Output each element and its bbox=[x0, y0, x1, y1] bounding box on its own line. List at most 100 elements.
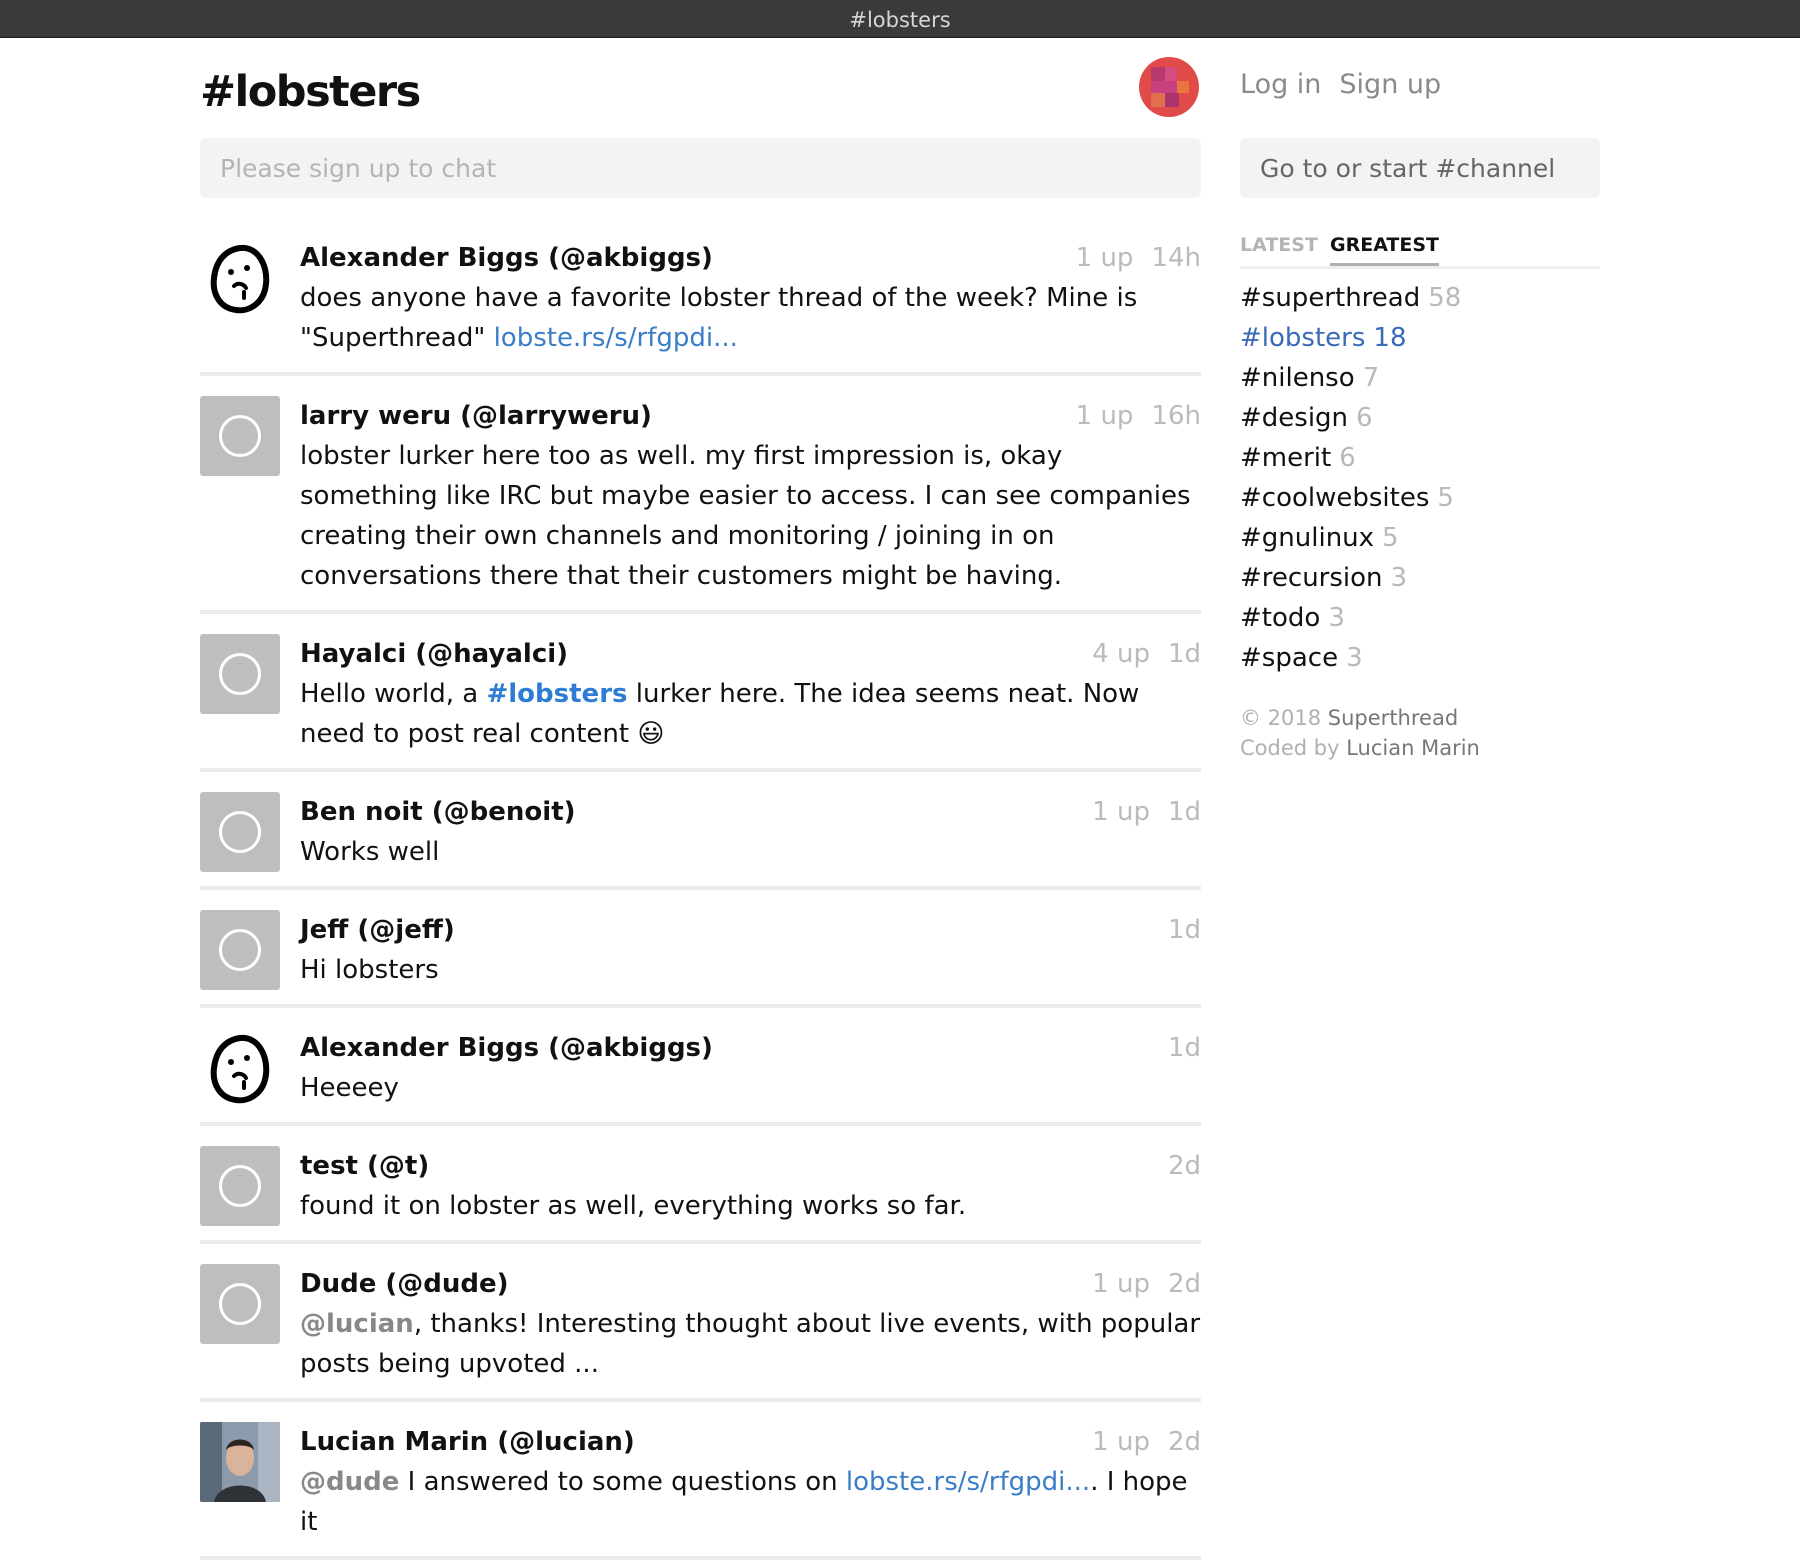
timestamp: 14h bbox=[1151, 243, 1201, 273]
message-author[interactable]: Ben noit (@benoit) bbox=[300, 792, 1201, 832]
message-text-before: I answered to some questions on bbox=[399, 1467, 846, 1497]
default-avatar-icon[interactable] bbox=[200, 1146, 280, 1226]
default-avatar-icon[interactable] bbox=[200, 910, 280, 990]
channel-count: 3 bbox=[1328, 603, 1345, 633]
channel-item[interactable]: #coolwebsites 5 bbox=[1240, 478, 1461, 518]
timestamp: 1d bbox=[1167, 1033, 1201, 1063]
channel-list: #superthread 58 #lobsters 18 #nilenso 7 #de… bbox=[1240, 278, 1461, 678]
default-avatar-icon[interactable] bbox=[200, 1264, 280, 1344]
channel-item[interactable]: #todo 3 bbox=[1240, 598, 1461, 638]
channel-item[interactable]: #design 6 bbox=[1240, 398, 1461, 438]
timestamp: 2d bbox=[1167, 1269, 1201, 1299]
brand-link[interactable]: Superthread bbox=[1328, 706, 1458, 730]
message-meta: 2d bbox=[1168, 1146, 1201, 1186]
message-item: 1 up 14h Alexander Biggs (@akbiggs) does … bbox=[200, 218, 1201, 376]
message-meta: 1d bbox=[1168, 910, 1201, 950]
mention-link[interactable]: @dude bbox=[300, 1467, 399, 1497]
channel-item[interactable]: #superthread 58 bbox=[1240, 278, 1461, 318]
message-author[interactable]: Lucian Marin (@lucian) bbox=[300, 1422, 1201, 1462]
message-text: Hello world, a #lobsters lurker here. Th… bbox=[300, 674, 1201, 754]
signup-link[interactable]: Sign up bbox=[1339, 69, 1441, 100]
upvote-count[interactable]: 1 up bbox=[1076, 243, 1134, 273]
message-item: 1d Jeff (@jeff) Hi lobsters bbox=[200, 890, 1201, 1008]
message-feed: 1 up 14h Alexander Biggs (@akbiggs) does … bbox=[200, 218, 1201, 1560]
channel-name: #todo bbox=[1240, 603, 1321, 633]
timestamp: 1d bbox=[1167, 915, 1201, 945]
channel-name: #merit bbox=[1240, 443, 1332, 473]
timestamp: 1d bbox=[1167, 797, 1201, 827]
channel-name: #coolwebsites bbox=[1240, 483, 1430, 513]
channel-item[interactable]: #gnulinux 5 bbox=[1240, 518, 1461, 558]
message-author[interactable]: Hayalci (@hayalci) bbox=[300, 634, 1201, 674]
message-author[interactable]: Alexander Biggs (@akbiggs) bbox=[300, 1028, 1201, 1068]
message-meta: 4 up 1d bbox=[1092, 634, 1201, 674]
message-meta: 1 up 2d bbox=[1092, 1422, 1201, 1462]
message-text: Works well bbox=[300, 837, 440, 867]
channel-name: #gnulinux bbox=[1240, 523, 1375, 553]
channel-name: #nilenso bbox=[1240, 363, 1355, 393]
upvote-count[interactable]: 4 up bbox=[1092, 639, 1150, 669]
upvote-count[interactable]: 1 up bbox=[1092, 1269, 1150, 1299]
message-author[interactable]: larry weru (@larryweru) bbox=[300, 396, 1201, 436]
tab-greatest[interactable]: GREATEST bbox=[1330, 230, 1440, 266]
channel-name: #space bbox=[1240, 643, 1339, 673]
channel-search-input[interactable] bbox=[1240, 138, 1600, 198]
message-item: 1 up 2d Dude (@dude) @lucian, thanks! Int… bbox=[200, 1244, 1201, 1402]
channel-item[interactable]: #lobsters 18 bbox=[1240, 318, 1461, 358]
channel-count: 58 bbox=[1428, 283, 1462, 313]
message-text: @lucian, thanks! Interesting thought abo… bbox=[300, 1304, 1201, 1384]
channel-item[interactable]: #nilenso 7 bbox=[1240, 358, 1461, 398]
upvote-count[interactable]: 1 up bbox=[1092, 1427, 1150, 1457]
window-title: #lobsters bbox=[849, 8, 951, 32]
window-titlebar: #lobsters bbox=[0, 0, 1800, 38]
message-meta: 1 up 1d bbox=[1092, 792, 1201, 832]
channel-item[interactable]: #merit 6 bbox=[1240, 438, 1461, 478]
message-link[interactable]: lobste.rs/s/rfgpdi... bbox=[846, 1467, 1090, 1497]
message-author[interactable]: test (@t) bbox=[300, 1146, 1201, 1186]
channel-count: 7 bbox=[1362, 363, 1380, 393]
channel-item[interactable]: #recursion 3 bbox=[1240, 558, 1461, 598]
message-link[interactable]: lobste.rs/s/rfgpdi... bbox=[494, 323, 738, 353]
message-item: 2d test (@t) found it on lobster as well… bbox=[200, 1126, 1201, 1244]
default-avatar-icon[interactable] bbox=[200, 396, 280, 476]
channel-count: 6 bbox=[1356, 403, 1373, 433]
channel-name: #superthread bbox=[1240, 283, 1421, 313]
channel-count: 3 bbox=[1390, 563, 1408, 593]
chat-input[interactable] bbox=[200, 138, 1201, 198]
message-author[interactable]: Alexander Biggs (@akbiggs) bbox=[300, 238, 1201, 278]
message-author[interactable]: Dude (@dude) bbox=[300, 1264, 1201, 1304]
channel-name: #recursion bbox=[1240, 563, 1383, 593]
channel-count: 5 bbox=[1382, 523, 1399, 553]
footer: © 2018 Superthread Coded by Lucian Marin bbox=[1240, 703, 1480, 763]
channel-count: 5 bbox=[1437, 483, 1454, 513]
hashtag-link[interactable]: #lobsters bbox=[486, 679, 627, 709]
upvote-count[interactable]: 1 up bbox=[1076, 401, 1134, 431]
default-avatar-icon[interactable] bbox=[200, 634, 280, 714]
message-meta: 1d bbox=[1168, 1028, 1201, 1068]
message-text: found it on lobster as well, everything … bbox=[300, 1191, 967, 1221]
message-meta: 1 up 16h bbox=[1076, 396, 1201, 436]
message-meta: 1 up 2d bbox=[1092, 1264, 1201, 1304]
user-avatar[interactable] bbox=[1139, 57, 1199, 117]
sketch-face-icon[interactable] bbox=[200, 1028, 280, 1108]
message-text: Hi lobsters bbox=[300, 955, 439, 985]
message-item: 1 up 1d Ben noit (@benoit) Works well bbox=[200, 772, 1201, 890]
smiley-emoji-icon: 😃 bbox=[637, 719, 665, 749]
message-author[interactable]: Jeff (@jeff) bbox=[300, 910, 1201, 950]
photo-avatar[interactable] bbox=[200, 1422, 280, 1502]
login-link[interactable]: Log in bbox=[1240, 69, 1321, 100]
channel-item[interactable]: #space 3 bbox=[1240, 638, 1461, 678]
channel-count: 6 bbox=[1339, 443, 1356, 473]
site-logo[interactable]: #lobsters bbox=[200, 67, 421, 117]
sketch-face-icon[interactable] bbox=[200, 238, 280, 318]
mention-link[interactable]: @lucian bbox=[300, 1309, 414, 1339]
upvote-count[interactable]: 1 up bbox=[1092, 797, 1150, 827]
tab-latest[interactable]: LATEST bbox=[1240, 230, 1318, 260]
default-avatar-icon[interactable] bbox=[200, 792, 280, 872]
auth-links: Log in Sign up bbox=[1240, 69, 1459, 100]
message-item: 1 up 2d Lucian Marin (@lucian) @dude I an… bbox=[200, 1402, 1201, 1560]
timestamp: 2d bbox=[1167, 1151, 1201, 1181]
channel-count: 18 bbox=[1373, 323, 1407, 353]
channel-count: 3 bbox=[1346, 643, 1363, 673]
author-link[interactable]: Lucian Marin bbox=[1346, 736, 1480, 760]
